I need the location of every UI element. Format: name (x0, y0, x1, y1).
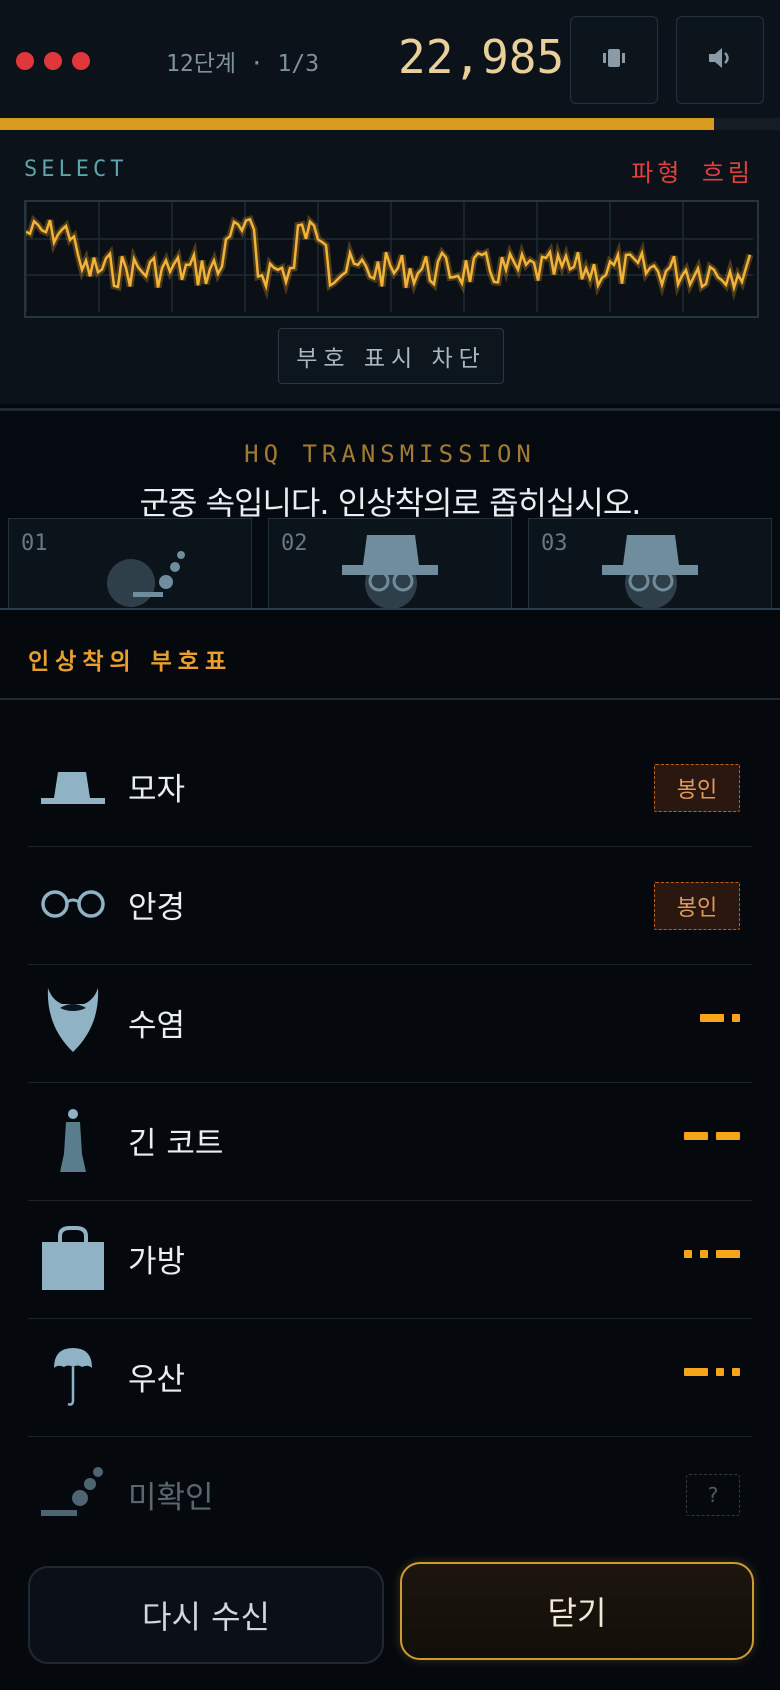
retry-receive-button[interactable]: 다시 수신 (28, 1566, 384, 1664)
codebook-item-label: 가방 (128, 1244, 186, 1280)
select-label: SELECT (24, 157, 128, 182)
suspect-card-2[interactable]: 02 (268, 518, 512, 609)
section-divider (0, 408, 780, 411)
morse-dash (716, 1250, 740, 1258)
morse-dash (684, 1132, 708, 1140)
long-coat-icon (40, 1104, 106, 1174)
codebook-title: 인상착의 부호표 (28, 649, 233, 675)
panel-divider (0, 698, 780, 700)
codebook-item-label: 긴 코트 (128, 1126, 224, 1162)
codebook-item-label: 수염 (128, 1008, 186, 1044)
codebook-item-label: 우산 (128, 1362, 186, 1398)
morse-code (700, 1014, 740, 1022)
morse-code (684, 1250, 740, 1258)
suspect-card-3[interactable]: 03 (528, 518, 772, 609)
stage-progress-bar (0, 118, 780, 130)
codebook-row-unknown[interactable]: 미확인 ? (28, 1436, 752, 1554)
game-header: 12단계 · 1/3 22,985 (0, 0, 780, 118)
hat-glasses-silhouette-icon (602, 535, 698, 609)
codebook-row-glasses[interactable]: 안경 봉인 (28, 846, 752, 965)
close-button[interactable]: 닫기 (400, 1562, 754, 1660)
morse-dash (716, 1132, 740, 1140)
morse-dot (700, 1250, 708, 1258)
umbrella-icon (40, 1340, 106, 1410)
sound-button[interactable] (676, 16, 764, 104)
stage-indicator: 12단계 · 1/3 (166, 51, 320, 77)
life-dot (72, 52, 90, 70)
block-signal-button[interactable]: 부호 표시 차단 (278, 328, 504, 384)
codebook-panel: 인상착의 부호표 모자 봉인 안경 봉인 수염 긴 코트 가방 우산 미확인 ? (0, 608, 780, 1690)
waveform-graph (24, 202, 754, 312)
vibrate-button[interactable] (570, 16, 658, 104)
lives-indicator (16, 52, 90, 70)
codebook-row-bag[interactable]: 가방 (28, 1200, 752, 1319)
suspect-card-1[interactable]: 01 (8, 518, 252, 609)
speaker-icon (706, 46, 734, 74)
codebook-row-hat[interactable]: 모자 봉인 (28, 728, 752, 847)
transmission-title: HQ TRANSMISSION (244, 440, 536, 468)
unknown-icon (40, 1458, 106, 1528)
bag-icon (40, 1222, 106, 1292)
morse-dash (700, 1014, 724, 1022)
life-dot (16, 52, 34, 70)
morse-dot (716, 1368, 724, 1376)
wave-blur-status: 파형 흐림 (631, 159, 754, 187)
beard-icon (40, 986, 106, 1056)
morse-code (684, 1132, 740, 1140)
vibrate-icon (599, 46, 629, 74)
hat-icon (40, 750, 106, 820)
codebook-row-long-coat[interactable]: 긴 코트 (28, 1082, 752, 1201)
life-dot (44, 52, 62, 70)
codebook-item-label: 모자 (128, 772, 186, 808)
codebook-row-beard[interactable]: 수염 (28, 964, 752, 1083)
signal-waveform (24, 200, 759, 318)
codebook-item-label: 미확인 (128, 1480, 214, 1516)
morse-dash (684, 1368, 708, 1376)
morse-dot (732, 1368, 740, 1376)
morse-code (684, 1368, 740, 1376)
hat-glasses-silhouette-icon (342, 535, 438, 609)
unknown-badge: ? (686, 1474, 740, 1516)
codebook-item-label: 안경 (128, 890, 186, 926)
morse-dot (732, 1014, 740, 1022)
glasses-icon (40, 868, 106, 938)
unknown-silhouette-icon (107, 551, 185, 607)
morse-dot (684, 1250, 692, 1258)
sealed-badge: 봉인 (654, 764, 740, 812)
codebook-row-umbrella[interactable]: 우산 (28, 1318, 752, 1437)
sealed-badge: 봉인 (654, 882, 740, 930)
score: 22,985 (398, 30, 565, 84)
stage-progress-fill (0, 118, 714, 130)
